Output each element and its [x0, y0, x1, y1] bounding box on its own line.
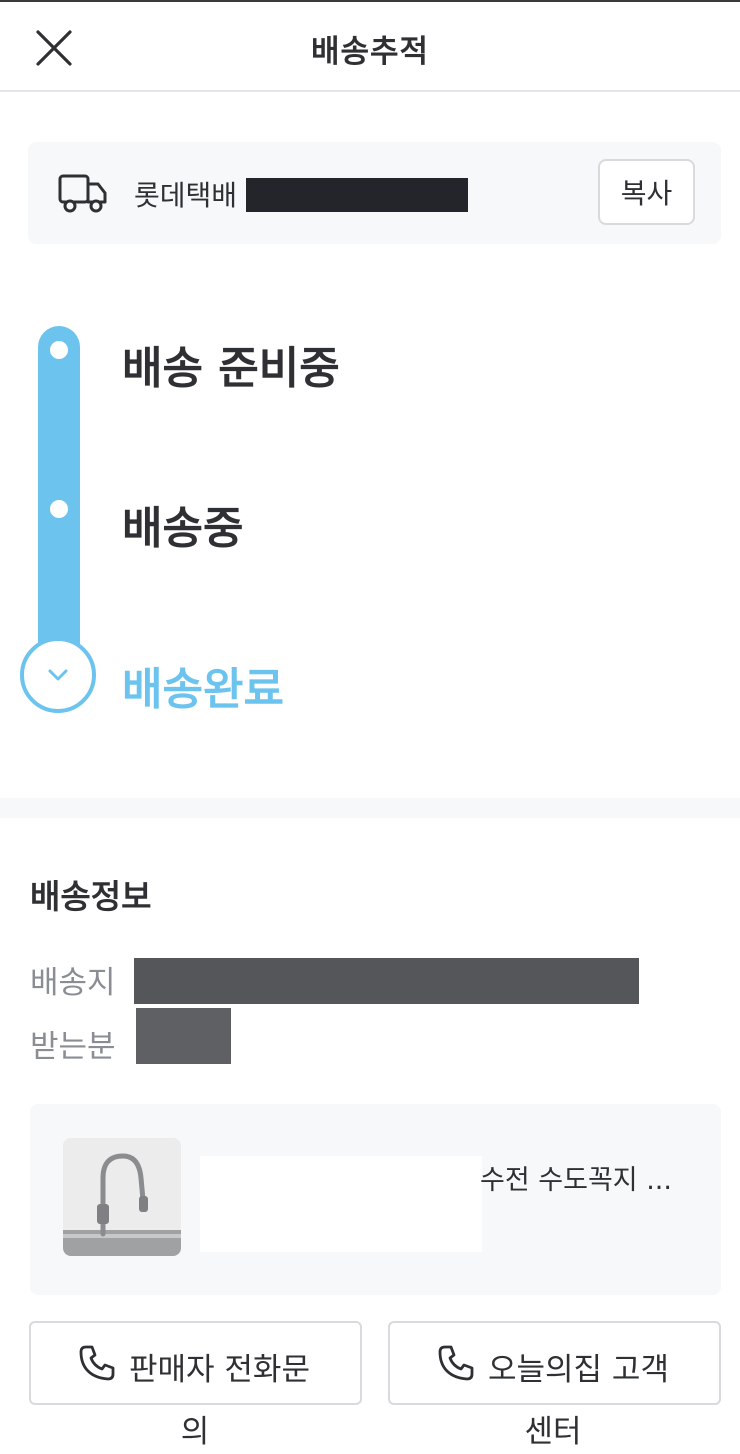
- section-divider: [0, 798, 740, 818]
- support-call-button[interactable]: 오늘의집 고객: [388, 1321, 721, 1405]
- truck-icon: [58, 174, 107, 213]
- product-thumbnail: [63, 1138, 181, 1256]
- recipient-label: 받는분: [30, 1029, 116, 1065]
- courier-name: 롯데택배: [134, 179, 238, 212]
- product-name-redacted: [200, 1156, 482, 1252]
- recipient-redacted: [136, 1008, 231, 1064]
- page-title: 배송추적: [310, 34, 430, 70]
- address-redacted: [134, 958, 639, 1004]
- support-call-label-wrap: 센터: [524, 1414, 582, 1450]
- address-label: 배송지: [30, 965, 116, 1001]
- step-current-marker: [20, 637, 96, 713]
- step-label-preparing: 배송 준비중: [122, 343, 340, 394]
- step-dot-shipping: [50, 500, 68, 518]
- seller-call-label-wrap: 의: [180, 1414, 210, 1450]
- faucet-image: [63, 1138, 181, 1256]
- step-label-delivered: 배송완료: [122, 664, 284, 715]
- product-card[interactable]: 수전 수도꼭지 ...: [30, 1104, 721, 1295]
- product-name: 수전 수도꼭지 ...: [480, 1165, 672, 1196]
- copy-button[interactable]: 복사: [598, 159, 695, 225]
- chevron-down-icon: [48, 669, 68, 681]
- phone-icon: [438, 1345, 474, 1381]
- seller-call-button[interactable]: 판매자 전화문: [29, 1321, 362, 1405]
- top-header: 배송추적: [0, 0, 740, 92]
- courier-card: 롯데택배 복사: [28, 142, 721, 244]
- progress-track: [38, 326, 80, 686]
- step-label-shipping: 배송중: [122, 503, 244, 554]
- phone-icon: [79, 1345, 115, 1381]
- seller-call-label: 판매자 전화문: [129, 1352, 310, 1388]
- tracking-number-redacted: [246, 178, 468, 212]
- delivery-info-title: 배송정보: [30, 877, 152, 916]
- support-call-label: 오늘의집 고객: [488, 1352, 669, 1388]
- step-dot-preparing: [50, 341, 68, 359]
